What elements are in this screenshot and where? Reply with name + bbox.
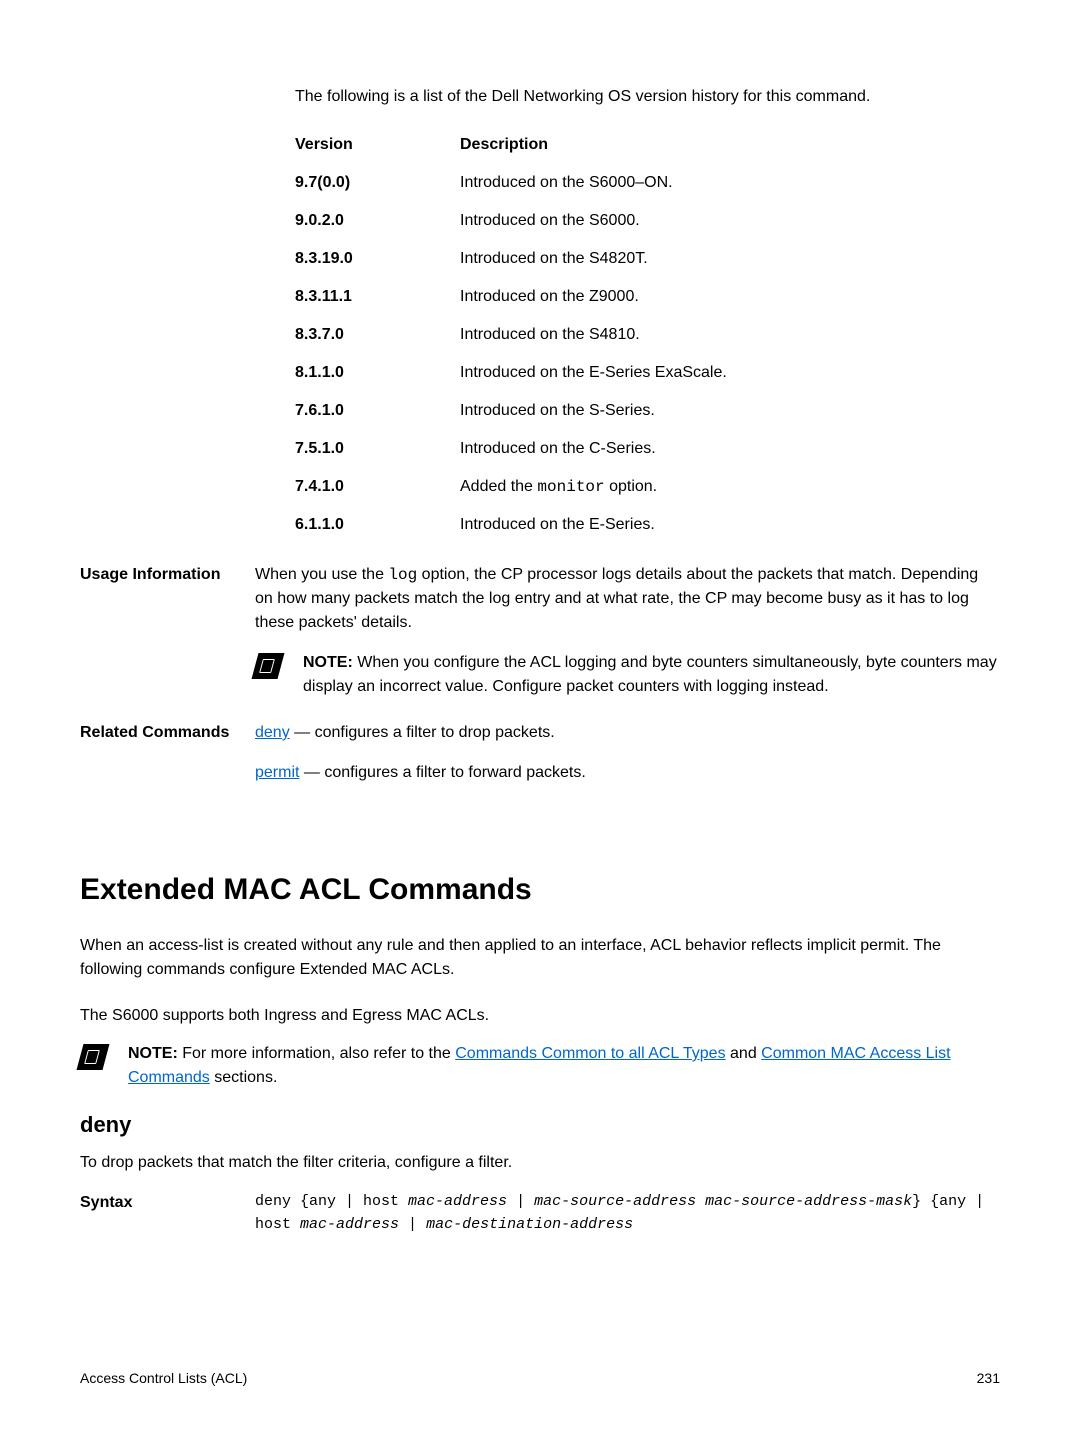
commands-common-link[interactable]: Commands Common to all ACL Types	[455, 1045, 725, 1062]
note-icon	[252, 653, 285, 679]
related-content: deny — configures a filter to drop packe…	[255, 721, 1000, 801]
note-label: NOTE:	[128, 1045, 178, 1062]
description-cell: Introduced on the S-Series.	[460, 399, 1000, 423]
text-fragment: option.	[605, 478, 657, 495]
page-footer: Access Control Lists (ACL) 231	[80, 1368, 1000, 1389]
syntax-italic: mac-address	[300, 1216, 399, 1233]
permit-link[interactable]: permit	[255, 764, 299, 781]
footer-left: Access Control Lists (ACL)	[80, 1368, 247, 1389]
table-row: 8.3.7.0 Introduced on the S4810.	[295, 323, 1000, 347]
version-cell: 8.3.7.0	[295, 323, 460, 347]
version-cell: 9.0.2.0	[295, 209, 460, 233]
description-cell: Introduced on the Z9000.	[460, 285, 1000, 309]
description-cell: Introduced on the E-Series.	[460, 513, 1000, 537]
syntax-italic: mac-source-address-mask	[705, 1193, 912, 1210]
syntax-content: deny {any | host mac-address | mac-sourc…	[255, 1191, 1000, 1236]
note-icon	[77, 1044, 110, 1070]
note-label: NOTE:	[303, 654, 353, 671]
note-box: NOTE: For more information, also refer t…	[80, 1042, 1000, 1090]
version-history-table: Version Description 9.7(0.0) Introduced …	[295, 133, 1000, 537]
version-cell: 7.5.1.0	[295, 437, 460, 461]
table-row: 7.6.1.0 Introduced on the S-Series.	[295, 399, 1000, 423]
description-cell: Introduced on the E-Series ExaScale.	[460, 361, 1000, 385]
related-commands-section: Related Commands deny — configures a fil…	[80, 721, 1000, 801]
mono-text: monitor	[537, 478, 604, 496]
table-row: 8.3.11.1 Introduced on the Z9000.	[295, 285, 1000, 309]
related-deny-line: deny — configures a filter to drop packe…	[255, 721, 1000, 745]
note-body: When you configure the ACL logging and b…	[303, 654, 997, 695]
related-label: Related Commands	[80, 721, 255, 801]
note-text-container: NOTE: For more information, also refer t…	[128, 1042, 1000, 1090]
version-cell: 8.1.1.0	[295, 361, 460, 385]
table-row: 9.7(0.0) Introduced on the S6000–ON.	[295, 171, 1000, 195]
related-permit-line: permit — configures a filter to forward …	[255, 761, 1000, 785]
text-fragment: — configures a filter to forward packets…	[299, 764, 585, 781]
deny-heading: deny	[80, 1108, 1000, 1141]
version-header: Version	[295, 133, 460, 157]
heading-description: When an access-list is created without a…	[80, 934, 1000, 982]
note-box: NOTE: When you configure the ACL logging…	[255, 651, 1000, 699]
table-row: 8.1.1.0 Introduced on the E-Series ExaSc…	[295, 361, 1000, 385]
description-cell: Introduced on the S6000.	[460, 209, 1000, 233]
usage-label: Usage Information	[80, 563, 255, 699]
syntax-text: |	[399, 1216, 426, 1233]
deny-link[interactable]: deny	[255, 724, 290, 741]
table-row: 9.0.2.0 Introduced on the S6000.	[295, 209, 1000, 233]
version-cell: 7.4.1.0	[295, 475, 460, 499]
description-cell: Introduced on the S4810.	[460, 323, 1000, 347]
syntax-italic: mac-destination-address	[426, 1216, 633, 1233]
syntax-label: Syntax	[80, 1191, 255, 1236]
table-row: 8.3.19.0 Introduced on the S4820T.	[295, 247, 1000, 271]
deny-description: To drop packets that match the filter cr…	[80, 1151, 1000, 1175]
version-cell: 6.1.1.0	[295, 513, 460, 537]
text-fragment: For more information, also refer to the	[178, 1045, 455, 1062]
description-cell: Introduced on the S4820T.	[460, 247, 1000, 271]
version-cell: 8.3.19.0	[295, 247, 460, 271]
description-cell: Introduced on the S6000–ON.	[460, 171, 1000, 195]
text-fragment: When you use the	[255, 566, 388, 583]
syntax-italic: mac-address	[408, 1193, 507, 1210]
text-fragment: and	[726, 1045, 762, 1062]
syntax-text	[696, 1193, 705, 1210]
syntax-section: Syntax deny {any | host mac-address | ma…	[80, 1191, 1000, 1236]
table-row: 6.1.1.0 Introduced on the E-Series.	[295, 513, 1000, 537]
version-cell: 7.6.1.0	[295, 399, 460, 423]
mono-text: log	[388, 566, 417, 584]
text-fragment: Added the	[460, 478, 537, 495]
syntax-text: deny {any | host	[255, 1193, 408, 1210]
text-fragment: sections.	[210, 1069, 278, 1086]
text-fragment: — configures a filter to drop packets.	[290, 724, 555, 741]
usage-content: When you use the log option, the CP proc…	[255, 563, 1000, 699]
page-heading: Extended MAC ACL Commands	[80, 867, 1000, 912]
syntax-italic: mac-source-address	[534, 1193, 696, 1210]
intro-text: The following is a list of the Dell Netw…	[295, 85, 1000, 109]
description-cell: Added the monitor option.	[460, 475, 1000, 499]
footer-page-number: 231	[977, 1368, 1000, 1389]
usage-text: When you use the log option, the CP proc…	[255, 563, 1000, 635]
description-cell: Introduced on the C-Series.	[460, 437, 1000, 461]
syntax-text: |	[507, 1193, 534, 1210]
description-header: Description	[460, 133, 1000, 157]
table-row: 7.5.1.0 Introduced on the C-Series.	[295, 437, 1000, 461]
version-cell: 8.3.11.1	[295, 285, 460, 309]
usage-information-section: Usage Information When you use the log o…	[80, 563, 1000, 699]
note-text-container: NOTE: When you configure the ACL logging…	[303, 651, 1000, 699]
table-row: 7.4.1.0 Added the monitor option.	[295, 475, 1000, 499]
table-header-row: Version Description	[295, 133, 1000, 157]
s6000-text: The S6000 supports both Ingress and Egre…	[80, 1004, 1000, 1028]
version-cell: 9.7(0.0)	[295, 171, 460, 195]
